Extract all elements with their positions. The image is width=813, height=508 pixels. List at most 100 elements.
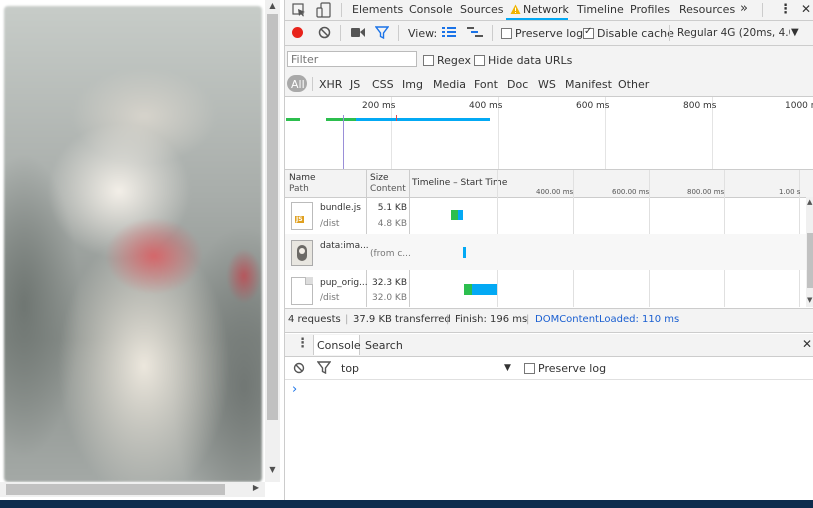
console-output[interactable] bbox=[285, 380, 813, 500]
preserve-log-checkbox[interactable] bbox=[501, 28, 512, 39]
row-path: /dist bbox=[320, 293, 340, 303]
more-tabs-chevron-icon[interactable]: » bbox=[740, 1, 748, 16]
page-vertical-scrollbar-thumb[interactable] bbox=[267, 14, 278, 420]
timeline-tick-label: 1.00 s bbox=[779, 188, 801, 196]
timing-bar-download bbox=[458, 210, 463, 220]
header-name[interactable]: Name bbox=[289, 173, 316, 183]
device-toolbar-icon[interactable] bbox=[316, 2, 332, 18]
tab-timeline[interactable]: Timeline bbox=[577, 3, 624, 16]
scroll-right-arrow-icon[interactable]: ▶ bbox=[250, 483, 262, 495]
tab-separator bbox=[341, 3, 342, 17]
preserve-log-label: Preserve log bbox=[515, 27, 584, 40]
disable-cache-checkbox[interactable] bbox=[583, 26, 594, 39]
tab-network[interactable]: Network bbox=[523, 3, 569, 16]
waterfall-overview-icon[interactable] bbox=[467, 27, 483, 39]
toolbar-separator bbox=[398, 25, 399, 41]
close-drawer-icon[interactable]: ✕ bbox=[802, 337, 812, 351]
type-other[interactable]: Other bbox=[618, 78, 649, 91]
summary-finish: Finish: 196 ms bbox=[455, 314, 528, 325]
kebab-menu-icon[interactable]: ⋮ bbox=[779, 2, 792, 17]
type-img[interactable]: Img bbox=[402, 78, 423, 91]
timeline-tick-label: 600.00 ms bbox=[612, 188, 650, 196]
filter-input[interactable] bbox=[287, 51, 417, 67]
type-separator bbox=[312, 77, 313, 91]
type-css[interactable]: CSS bbox=[372, 78, 394, 91]
type-ws[interactable]: WS bbox=[538, 78, 556, 91]
table-scroll-up-icon[interactable]: ▲ bbox=[807, 198, 812, 206]
table-row[interactable] bbox=[285, 234, 806, 270]
toolbar-separator bbox=[669, 25, 670, 41]
load-event-marker bbox=[396, 115, 397, 121]
header-path[interactable]: Path bbox=[289, 184, 309, 194]
image-thumbnail-icon bbox=[291, 240, 313, 266]
tab-resources[interactable]: Resources bbox=[679, 3, 735, 16]
summary-transferred: 37.9 KB transferred bbox=[353, 314, 451, 325]
overview-tick-label: 400 ms bbox=[469, 101, 503, 111]
type-media[interactable]: Media bbox=[433, 78, 466, 91]
network-throttle-select[interactable]: Regular 4G (20ms, 4.0M bbox=[677, 25, 790, 41]
type-js[interactable]: JS bbox=[350, 78, 360, 91]
close-devtools-icon[interactable]: ✕ bbox=[801, 2, 811, 16]
dom-content-loaded-marker bbox=[343, 115, 344, 169]
summary-dom-content-loaded: DOMContentLoaded: 110 ms bbox=[535, 314, 680, 325]
console-filter-funnel-icon[interactable] bbox=[317, 361, 331, 374]
header-size[interactable]: Size bbox=[370, 173, 388, 183]
warning-icon bbox=[510, 4, 521, 14]
row-name: data:ima... bbox=[320, 241, 369, 251]
table-vertical-scrollbar-thumb[interactable] bbox=[807, 233, 813, 288]
view-label: View: bbox=[408, 27, 438, 40]
row-name: bundle.js bbox=[320, 203, 361, 213]
regex-checkbox[interactable] bbox=[423, 55, 434, 66]
hide-data-urls-label: Hide data URLs bbox=[488, 54, 573, 67]
row-content: 32.0 KB bbox=[372, 293, 407, 303]
row-size: 5.1 KB bbox=[377, 203, 407, 213]
drawer-menu-kebab-icon[interactable]: ⋮ bbox=[296, 336, 309, 351]
throttle-dropdown-arrow-icon[interactable]: ▼ bbox=[791, 27, 799, 38]
table-scroll-down-icon[interactable]: ▼ bbox=[807, 296, 812, 304]
scroll-up-arrow-icon[interactable]: ▲ bbox=[265, 1, 280, 13]
active-tab-indicator bbox=[506, 18, 568, 20]
row-name: pup_orig... bbox=[320, 278, 368, 288]
context-value: top bbox=[341, 362, 360, 375]
type-doc[interactable]: Doc bbox=[507, 78, 528, 91]
summary-separator: | bbox=[345, 314, 349, 325]
overview-tick-label: 200 ms bbox=[362, 101, 396, 111]
context-select[interactable]: top ▼ bbox=[338, 360, 516, 376]
puppy-photo bbox=[4, 6, 262, 482]
console-preserve-log-checkbox[interactable] bbox=[524, 363, 535, 374]
timing-bar-waiting bbox=[451, 210, 458, 220]
type-manifest[interactable]: Manifest bbox=[565, 78, 612, 91]
drawer-tab-console-label: Console bbox=[317, 339, 361, 352]
clear-icon[interactable] bbox=[318, 26, 331, 39]
hide-data-urls-checkbox[interactable] bbox=[474, 55, 485, 66]
inspect-element-icon[interactable] bbox=[292, 3, 306, 17]
tab-elements[interactable]: Elements bbox=[352, 3, 403, 16]
large-rows-icon[interactable] bbox=[442, 27, 456, 38]
regex-label: Regex bbox=[437, 54, 471, 67]
record-icon[interactable] bbox=[292, 27, 303, 38]
table-row[interactable] bbox=[285, 271, 806, 307]
clear-console-icon[interactable] bbox=[293, 362, 305, 374]
type-font[interactable]: Font bbox=[474, 78, 498, 91]
filter-funnel-icon[interactable] bbox=[375, 26, 389, 39]
row-content: 4.8 KB bbox=[377, 219, 407, 229]
overview-request-bar bbox=[326, 118, 356, 121]
table-row[interactable] bbox=[285, 197, 806, 233]
header-content[interactable]: Content bbox=[370, 184, 406, 194]
scroll-down-arrow-icon[interactable]: ▼ bbox=[265, 465, 280, 477]
video-camera-icon[interactable] bbox=[351, 27, 365, 38]
tab-profiles[interactable]: Profiles bbox=[630, 3, 670, 16]
context-dropdown-arrow-icon: ▼ bbox=[504, 363, 511, 373]
type-all[interactable]: All bbox=[291, 78, 305, 91]
tab-separator bbox=[762, 3, 763, 17]
overview-request-bar bbox=[356, 118, 490, 121]
tab-sources[interactable]: Sources bbox=[460, 3, 504, 16]
summary-separator: | bbox=[526, 314, 530, 325]
console-prompt-icon[interactable]: › bbox=[292, 382, 297, 397]
page-horizontal-scrollbar-thumb[interactable] bbox=[6, 484, 225, 495]
header-timeline[interactable]: Timeline – Start Time bbox=[412, 178, 507, 188]
drawer-tab-search[interactable]: Search bbox=[365, 339, 403, 352]
tab-console[interactable]: Console bbox=[409, 3, 453, 16]
type-xhr[interactable]: XHR bbox=[319, 78, 342, 91]
throttle-value: Regular 4G (20ms, 4.0M bbox=[677, 27, 790, 39]
